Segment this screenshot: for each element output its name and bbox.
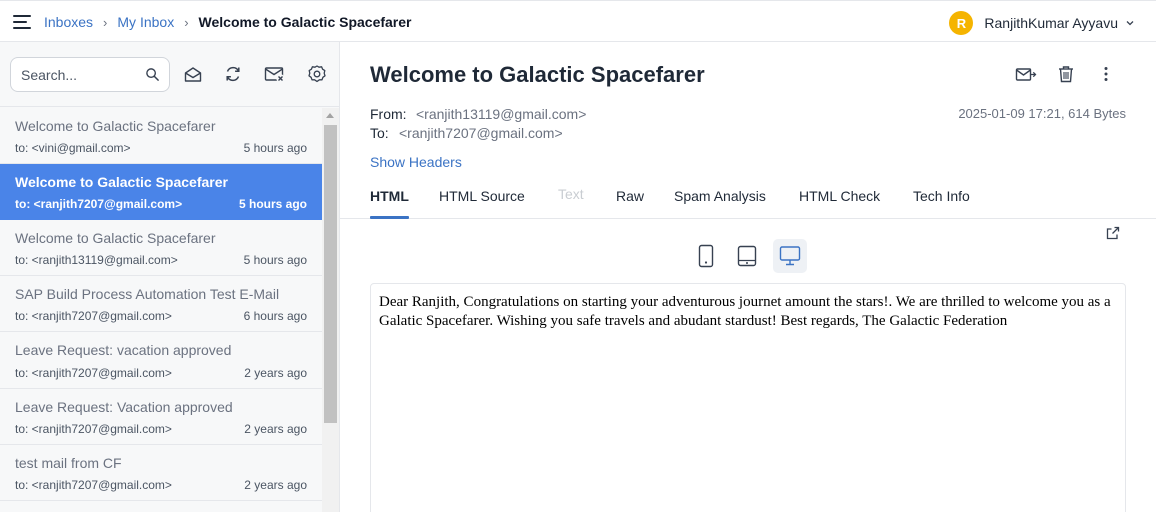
list-item[interactable]: test mail from CF to: <ranjith7207@gmail… [0,445,322,501]
desktop-view-button[interactable] [773,239,807,273]
to-address: <ranjith7207@gmail.com> [399,125,563,141]
to-label: To: [370,125,389,141]
from-label: From: [370,106,407,122]
message-date-size: 2025-01-09 17:21, 614 Bytes [958,106,1126,121]
message-recipient: to: <vini@gmail.com> [15,141,131,155]
list-item-selected[interactable]: Welcome to Galactic Spacefarer to: <ranj… [0,164,322,220]
message-subject: test mail from CF [15,455,122,471]
message-time: 5 hours ago [238,197,307,211]
user-name: RanjithKumar Ayyavu [984,15,1118,31]
message-view: Welcome to Galactic Spacefarer From: <ra… [340,42,1156,512]
tab-tech-info[interactable]: Tech Info [913,188,970,204]
message-recipient: to: <ranjith7207@gmail.com> [15,309,172,323]
list-item[interactable]: SAP Build Process Automation Test E-Mail… [0,276,322,332]
message-time: 2 years ago [244,366,307,380]
breadcrumb-separator-icon: › [184,14,189,30]
breadcrumb-separator-icon: › [103,14,108,30]
message-recipient: to: <ranjith7207@gmail.com> [15,366,172,380]
mobile-device-icon [698,244,714,268]
tab-html-check[interactable]: HTML Check [799,188,880,204]
search-input[interactable] [21,58,141,91]
message-time: 6 hours ago [243,309,307,323]
breadcrumb: Inboxes › My Inbox › Welcome to Galactic… [44,14,412,30]
view-tabs: HTML HTML Source Text Raw Spam Analysis … [340,182,1156,219]
chevron-down-icon [1126,21,1134,26]
user-menu[interactable]: R RanjithKumar Ayyavu [949,11,1134,35]
list-item[interactable]: Leave Request: Vacation approved to: <ra… [0,389,322,445]
message-list: Welcome to Galactic Spacefarer to: <vini… [0,108,322,512]
open-in-new-window-icon[interactable] [1106,226,1120,240]
scroll-up-arrow-icon[interactable] [326,113,334,118]
tab-html-source[interactable]: HTML Source [439,188,525,204]
more-options-icon[interactable] [1096,64,1116,84]
mark-read-icon[interactable] [183,65,203,85]
list-item[interactable]: Welcome to Galactic Spacefarer to: <vini… [0,108,322,164]
message-time: 2 years ago [244,422,307,436]
desktop-device-icon [779,246,801,266]
search-box [10,57,170,92]
search-icon[interactable] [145,67,160,82]
show-headers-link[interactable]: Show Headers [370,154,462,170]
email-body: Dear Ranjith, Congratulations on startin… [379,294,1111,329]
settings-icon[interactable] [307,64,327,84]
tablet-view-button[interactable] [730,239,764,273]
email-preview-frame: Dear Ranjith, Congratulations on startin… [370,283,1126,512]
message-recipient: to: <ranjith13119@gmail.com> [15,253,178,267]
message-title: Welcome to Galactic Spacefarer [370,62,705,87]
tab-spam-analysis[interactable]: Spam Analysis [674,188,766,204]
message-recipient: to: <ranjith7207@gmail.com> [15,422,172,436]
message-subject: Leave Request: Vacation approved [15,399,233,415]
breadcrumb-my-inbox[interactable]: My Inbox [117,14,174,30]
list-item[interactable]: Leave Request: vacation approved to: <ra… [0,332,322,389]
avatar: R [949,11,974,35]
message-subject: Leave Request: vacation approved [15,342,232,358]
top-bar: Inboxes › My Inbox › Welcome to Galactic… [0,0,1156,42]
message-time: 5 hours ago [243,253,307,267]
scrollbar-thumb[interactable] [324,125,337,423]
message-time: 2 years ago [244,478,307,492]
message-subject: SAP Build Process Automation Test E-Mail [15,286,280,302]
breadcrumb-inboxes[interactable]: Inboxes [44,14,93,30]
tab-raw[interactable]: Raw [616,188,644,204]
forward-mail-icon[interactable] [1015,65,1037,85]
message-time: 5 hours ago [243,141,307,155]
from-address: <ranjith13119@gmail.com> [416,106,587,122]
mobile-view-button[interactable] [689,239,723,273]
refresh-icon[interactable] [223,64,243,84]
message-recipient: to: <ranjith7207@gmail.com> [15,197,183,211]
menu-icon[interactable] [13,15,31,29]
tab-text: Text [558,186,584,202]
breadcrumb-current: Welcome to Galactic Spacefarer [198,14,412,30]
message-subject: Welcome to Galactic Spacefarer [15,230,216,246]
list-item[interactable]: Welcome to Galactic Spacefarer to: <ranj… [0,220,322,276]
scrollbar[interactable] [322,108,339,512]
clear-inbox-icon[interactable] [264,64,286,84]
delete-icon[interactable] [1056,64,1076,84]
inbox-toolbar [0,42,339,107]
tab-html[interactable]: HTML [370,188,409,204]
tablet-device-icon [737,245,757,267]
message-subject: Welcome to Galactic Spacefarer [15,118,216,134]
message-recipient: to: <ranjith7207@gmail.com> [15,478,172,492]
active-tab-indicator [370,216,409,219]
message-sidebar: Welcome to Galactic Spacefarer to: <vini… [0,42,340,512]
message-subject: Welcome to Galactic Spacefarer [15,174,228,190]
